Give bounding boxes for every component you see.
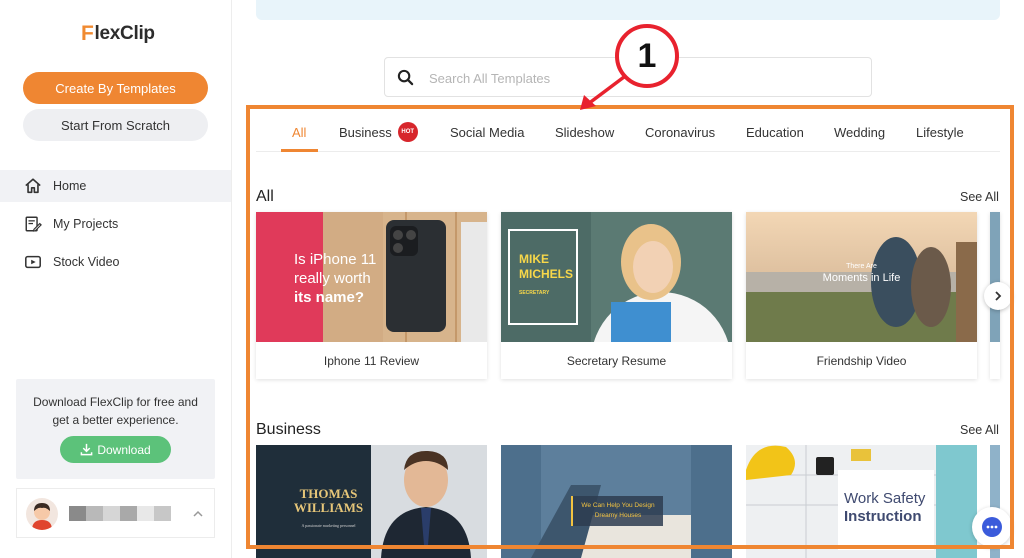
template-card-secretary[interactable]: MIKE MICHELS SECRETARY Secretary Resume — [501, 212, 732, 379]
thumb-text-2: Moments in Life — [822, 272, 901, 284]
template-card-iphone[interactable]: Is iPhone 11 really worth its name? Ipho… — [256, 212, 487, 379]
promo-text: Download FlexClip for free and get a bet… — [33, 395, 198, 427]
category-tabs: All Business HOT Social Media Slideshow … — [256, 112, 1000, 152]
search-icon — [397, 69, 414, 86]
thumb-text-1: Is iPhone 11 — [294, 251, 377, 268]
active-tab-indicator — [281, 149, 318, 152]
chat-icon — [982, 517, 1002, 537]
template-card-dreamy-houses[interactable]: We Can Help You Design Dreamy Houses — [501, 445, 732, 558]
thumb-text-2: really worth — [294, 270, 371, 287]
carousel-next-button[interactable] — [984, 282, 1012, 310]
download-button[interactable]: Download — [60, 436, 171, 463]
tab-education[interactable]: Education — [746, 112, 804, 152]
avatar — [26, 498, 58, 530]
thumb-text-3: SECRETARY — [519, 290, 550, 296]
nav-item-my-projects[interactable]: My Projects — [0, 208, 231, 240]
template-card-work-safety[interactable]: Work Safety Instruction — [746, 445, 977, 558]
thumb-text-2: WILLIAMS — [293, 500, 364, 515]
home-icon — [25, 178, 41, 194]
chevron-right-icon — [995, 291, 1002, 301]
chat-button[interactable] — [972, 507, 1012, 547]
top-banner — [256, 0, 1000, 20]
user-account-box[interactable] — [16, 488, 215, 538]
nav-item-home[interactable]: Home — [0, 170, 231, 202]
template-caption: Iphone 11 Review — [323, 353, 420, 368]
thumb-text-3: its name? — [294, 289, 365, 306]
template-thumbnail: Is iPhone 11 really worth its name? — [256, 212, 487, 342]
thumb-text-2: MICHELS — [519, 267, 573, 281]
template-card-thomas[interactable]: THOMAS WILLIAMS A passionate marketing p… — [256, 445, 487, 558]
template-thumbnail: MIKE MICHELS SECRETARY — [501, 212, 732, 342]
logo-f: F — [81, 22, 94, 45]
template-card-friendship[interactable]: There Are Moments in Life Friendship Vid… — [746, 212, 977, 379]
projects-icon — [25, 216, 42, 232]
nav-label-stock-video: Stock Video — [53, 255, 120, 269]
video-icon — [25, 255, 41, 269]
tab-slideshow[interactable]: Slideshow — [555, 112, 614, 152]
hot-badge: HOT — [397, 122, 418, 142]
tab-wedding[interactable]: Wedding — [834, 112, 885, 152]
thumb-text-1: THOMAS — [299, 486, 358, 501]
annotation-number: 1 — [615, 24, 679, 88]
tab-all[interactable]: All — [292, 112, 306, 152]
start-from-scratch-button[interactable]: Start From Scratch — [23, 109, 208, 141]
app-root: F lexClip Create By Templates Start From… — [0, 0, 1024, 558]
tab-social-media[interactable]: Social Media — [450, 112, 524, 152]
thumb-text-1: Work Safety — [844, 490, 926, 507]
thumb-text-3: A passionate marketing personnel — [301, 523, 356, 528]
thumb-text-2: Instruction — [844, 508, 922, 525]
tab-lifestyle[interactable]: Lifestyle — [916, 112, 964, 152]
nav-label-home: Home — [53, 179, 87, 193]
template-thumbnail: There Are Moments in Life — [746, 212, 977, 342]
download-promo: Download FlexClip for free and get a bet… — [16, 379, 215, 479]
see-all-link-all[interactable]: See All — [960, 190, 999, 204]
tab-business-label: Business — [339, 124, 392, 140]
create-by-templates-button[interactable]: Create By Templates — [23, 72, 208, 104]
tab-coronavirus[interactable]: Coronavirus — [645, 112, 715, 152]
section-title-all: All — [256, 188, 274, 205]
template-thumbnail — [990, 212, 1000, 342]
see-all-link-business[interactable]: See All — [960, 423, 999, 437]
thumb-text-1: We Can Help You Design — [581, 502, 655, 509]
section-title-business: Business — [256, 421, 321, 438]
blurred-username — [69, 506, 171, 521]
chevron-up-icon[interactable] — [192, 508, 204, 520]
nav-label-my-projects: My Projects — [53, 217, 119, 231]
template-caption: Friendship Video — [816, 353, 907, 368]
download-icon — [80, 443, 93, 456]
tab-business[interactable]: Business HOT — [339, 112, 418, 152]
download-label: Download — [97, 442, 151, 457]
thumb-text-2: Dreamy Houses — [594, 512, 642, 519]
thumb-text-1: There Are — [846, 263, 877, 270]
logo-text: lexClip — [94, 23, 156, 44]
flexclip-logo[interactable]: F lexClip — [81, 22, 155, 46]
template-caption: Secretary Resume — [566, 353, 667, 368]
nav-item-stock-video[interactable]: Stock Video — [0, 246, 231, 278]
sidebar: F lexClip Create By Templates Start From… — [0, 0, 232, 558]
thumb-text-1: MIKE — [519, 252, 549, 266]
